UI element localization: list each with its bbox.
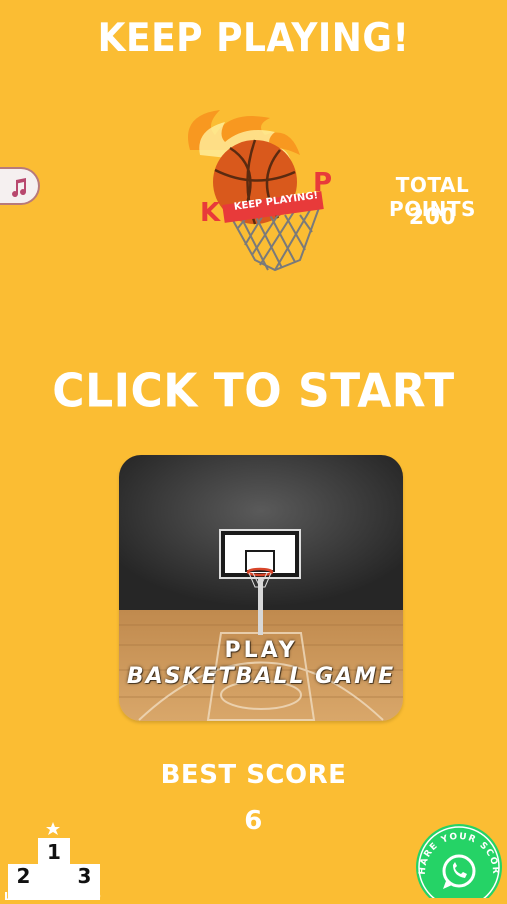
- whatsapp-icon: SHARE YOUR SCORE: [411, 816, 502, 904]
- podium-first: 1: [47, 840, 61, 864]
- play-game-button[interactable]: PLAY BASKETBALL GAME: [119, 455, 403, 721]
- podium-second: 2: [16, 864, 31, 888]
- logo-letter-right: P: [313, 168, 333, 198]
- music-note-icon: [12, 178, 27, 198]
- play-card-subtitle: BASKETBALL GAME: [126, 664, 396, 689]
- click-to-start-label: CLICK TO START: [52, 364, 455, 419]
- podium-third: 3: [77, 864, 92, 888]
- logo-letter-left: K: [200, 198, 221, 228]
- leaderboard-button[interactable]: 1 2 3: [8, 822, 100, 900]
- music-toggle-button[interactable]: [0, 167, 40, 205]
- page-title: KEEP PLAYING!: [97, 16, 410, 61]
- leaderboard-label: LEADERBOARD: [4, 890, 102, 903]
- share-score-button[interactable]: SHARE YOUR SCORE: [411, 816, 503, 904]
- best-score-label: BEST SCORE: [160, 760, 347, 790]
- game-logo: KEEP PLAYING! K P: [160, 110, 340, 285]
- total-points-value: 200: [408, 205, 457, 230]
- play-card-title: PLAY: [224, 638, 298, 663]
